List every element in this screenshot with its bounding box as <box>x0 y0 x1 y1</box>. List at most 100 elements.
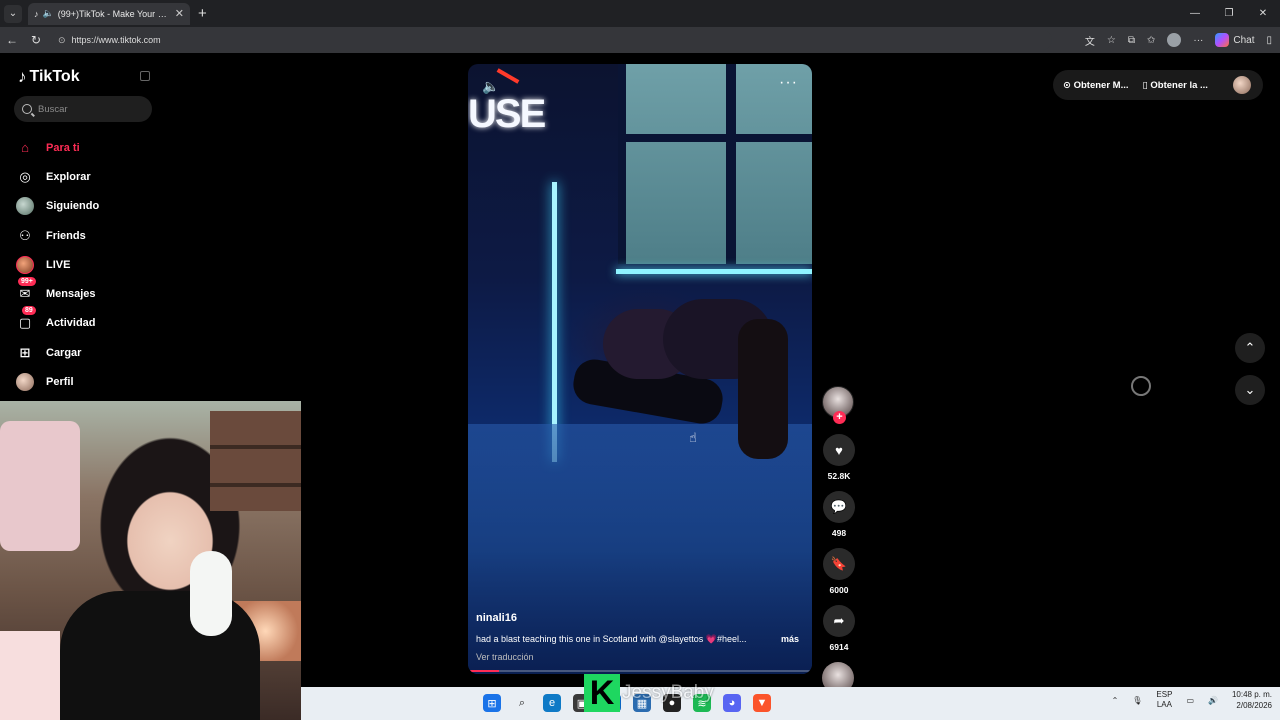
sidebar-item-label: Perfil <box>46 376 74 389</box>
see-translation-link[interactable]: Ver traducción <box>476 652 534 662</box>
kick-logo-icon: K <box>584 674 620 712</box>
sidebar-item-explorar[interactable]: ◎ Explorar <box>16 162 99 191</box>
window-controls: — ❐ ✕ <box>1178 0 1280 27</box>
share-count: 6914 <box>829 642 849 652</box>
browser-profile-avatar[interactable] <box>1167 33 1182 47</box>
mic-tray-icon[interactable]: 🎙 <box>1132 696 1142 705</box>
comment-count: 498 <box>831 528 847 538</box>
video-scene-neon-strip <box>616 269 812 274</box>
bookmark-icon[interactable]: 🔖 <box>823 548 855 580</box>
address-bar[interactable]: ⊙ https://www.tiktok.com <box>52 30 1052 50</box>
discord-icon[interactable]: ◕ <box>723 694 741 712</box>
minimize-button[interactable]: — <box>1178 0 1212 27</box>
share-icon[interactable]: ➦ <box>823 605 855 637</box>
sidebar-item-mensajes[interactable]: ✉ 99+ Mensajes <box>16 277 99 308</box>
search-taskbar-icon[interactable]: ⌕ <box>513 694 531 712</box>
home-icon: ⌂ <box>21 140 29 156</box>
user-avatar[interactable] <box>1233 76 1251 94</box>
search-input[interactable]: Buscar <box>14 96 152 122</box>
sidebar-item-label: Mensajes <box>46 288 96 301</box>
following-avatar <box>16 197 34 216</box>
sidebar-toggle-icon[interactable]: ▯ <box>1266 35 1272 46</box>
video-scene-sign: USE <box>468 92 546 136</box>
webcam-overlay <box>0 401 301 720</box>
sidebar-item-live[interactable]: LIVE <box>16 250 99 279</box>
friends-icon: ⚇ <box>19 227 31 243</box>
sidebar-item-cargar[interactable]: ⊞ Cargar <box>16 338 99 367</box>
sidebar-item-friends[interactable]: ⚇ Friends <box>16 221 99 250</box>
video-author[interactable]: ninali16 <box>476 612 517 624</box>
tab-actions-button[interactable]: ⌄ <box>4 4 22 23</box>
like-action[interactable]: ♥ 52.8K <box>822 434 856 481</box>
activity-badge: 89 <box>22 306 36 316</box>
close-tab-icon[interactable]: ✕ <box>175 7 184 20</box>
save-action[interactable]: 🔖 6000 <box>822 548 856 595</box>
video-progress-bar[interactable] <box>468 670 812 672</box>
save-count: 6000 <box>829 585 849 595</box>
edge-icon[interactable]: e <box>543 694 561 712</box>
collapse-sidebar-icon[interactable] <box>140 71 150 81</box>
video-player[interactable]: USE 🔈 ··· ninali16 had a blast teaching … <box>468 64 812 674</box>
more-menu-icon[interactable]: ··· <box>1193 35 1203 46</box>
messages-badge: 99+ <box>18 277 36 287</box>
volume-icon[interactable]: 🔈 <box>482 78 499 95</box>
screen: ⌄ ♪ 🔈 (99+)TikTok - Make Your Day ✕ + — … <box>0 0 1280 720</box>
see-more-link[interactable]: más <box>781 634 799 644</box>
creator-avatar[interactable]: + <box>822 386 854 424</box>
new-tab-button[interactable]: + <box>198 5 207 22</box>
chevron-up-tray-icon[interactable]: ⌃ <box>1112 696 1119 705</box>
refresh-button[interactable]: ↻ <box>24 33 48 47</box>
sidebar-item-label: Cargar <box>46 346 82 359</box>
video-actions: + ♥ 52.8K 💬 498 🔖 6000 ➦ 6914 <box>822 386 856 694</box>
get-app-button[interactable]: ▯ Obtener la ... <box>1143 80 1208 91</box>
sidebar-item-para-ti[interactable]: ⌂ Para ti <box>16 133 99 162</box>
compass-icon: ◎ <box>19 168 31 184</box>
copilot-chat-button[interactable]: Chat <box>1215 33 1254 47</box>
sidebar-item-label: Friends <box>46 229 86 242</box>
favorites-icon[interactable]: ✩ <box>1147 35 1155 46</box>
sidebar-item-label: Siguiendo <box>46 200 100 213</box>
clock[interactable]: 10:48 p. m. 2/08/2026 <box>1232 689 1272 711</box>
comment-icon[interactable]: 💬 <box>823 491 855 523</box>
close-window-button[interactable]: ✕ <box>1246 0 1280 27</box>
hand-cursor-icon: ☝ <box>689 430 697 445</box>
translate-icon[interactable]: 文 <box>1085 33 1095 48</box>
sidebar-item-label: Actividad <box>46 317 96 330</box>
share-action[interactable]: ➦ 6914 <box>822 605 856 652</box>
heart-icon[interactable]: ♥ <box>823 434 855 466</box>
browser-tab-bar: ⌄ ♪ 🔈 (99+)TikTok - Make Your Day ✕ + — … <box>0 0 1280 27</box>
upload-icon: ⊞ <box>19 344 31 360</box>
activity-icon: ▢ 89 <box>16 306 36 332</box>
speaker-icon[interactable]: 🔈 <box>43 8 54 19</box>
url-text: https://www.tiktok.com <box>71 35 161 45</box>
brave-icon[interactable]: ▼ <box>753 694 771 712</box>
sidebar-item-label: Explorar <box>46 170 91 183</box>
browser-tab[interactable]: ♪ 🔈 (99+)TikTok - Make Your Day ✕ <box>28 2 190 25</box>
logo-text: TikTok <box>29 68 80 85</box>
video-progress-fill <box>468 670 499 672</box>
favorite-star-icon[interactable]: ☆ <box>1107 35 1116 46</box>
restore-button[interactable]: ❐ <box>1212 0 1246 27</box>
previous-video-button[interactable]: ⌃ <box>1235 333 1265 363</box>
comment-action[interactable]: 💬 498 <box>822 491 856 538</box>
microphone-object <box>190 551 232 636</box>
get-coins-button[interactable]: ⊙ Obtener M... <box>1063 80 1129 91</box>
sidebar-item-actividad[interactable]: ▢ 89 Actividad <box>16 306 99 338</box>
site-info-icon[interactable]: ⊙ <box>58 35 66 46</box>
volume-tray-icon[interactable]: 🔊 <box>1208 696 1218 705</box>
next-video-button[interactable]: ⌄ <box>1235 375 1265 405</box>
extensions-icon[interactable]: ⧉ <box>1128 35 1135 46</box>
sidebar-item-siguiendo[interactable]: Siguiendo <box>16 192 99 221</box>
live-avatar <box>16 255 34 274</box>
video-more-options-icon[interactable]: ··· <box>779 74 798 92</box>
start-icon[interactable]: ⊞ <box>483 694 501 712</box>
tiktok-logo[interactable]: ♪ TikTok <box>18 67 80 87</box>
network-icon[interactable]: ▭ <box>1186 696 1194 705</box>
follow-plus-icon[interactable]: + <box>833 411 846 424</box>
sidebar-item-perfil[interactable]: Perfil <box>16 367 99 396</box>
sidebar-item-label: LIVE <box>46 258 71 271</box>
video-scene-sign-accent <box>496 68 520 84</box>
language-indicator[interactable]: ESP LAA <box>1156 690 1172 710</box>
streamer-name: JessyBaby <box>622 682 714 703</box>
back-button[interactable]: ← <box>0 33 24 47</box>
